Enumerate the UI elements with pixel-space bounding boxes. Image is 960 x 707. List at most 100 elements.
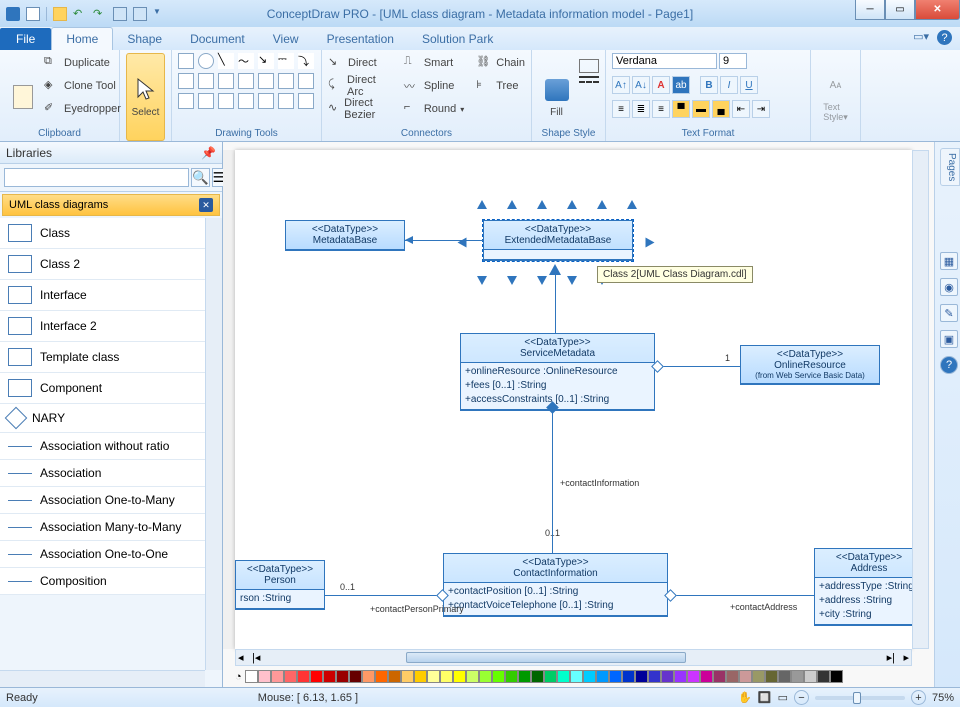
tab-solution-park[interactable]: Solution Park: [408, 28, 507, 50]
align-top-icon[interactable]: ▀: [672, 100, 690, 118]
color-swatch[interactable]: [596, 670, 609, 683]
smart-button[interactable]: ⎍Smart: [404, 53, 464, 73]
list-item[interactable]: Association One-to-Many: [0, 487, 222, 514]
direct-arc-button[interactable]: ⤹Direct Arc: [328, 76, 392, 96]
side-icon-1[interactable]: ▦: [940, 252, 958, 270]
list-item[interactable]: Association: [0, 460, 222, 487]
color-swatch[interactable]: [349, 670, 362, 683]
pan-icon[interactable]: ✋: [738, 691, 752, 704]
list-item[interactable]: Composition: [0, 568, 222, 595]
tab-shape[interactable]: Shape: [113, 28, 176, 50]
bold-button[interactable]: B: [700, 76, 718, 94]
qat-paste-icon[interactable]: [133, 7, 147, 21]
font-color-icon[interactable]: A: [652, 76, 670, 94]
library-title-bar[interactable]: UML class diagrams ✕: [2, 194, 220, 216]
color-swatch[interactable]: [648, 670, 661, 683]
color-swatch[interactable]: [310, 670, 323, 683]
list-item[interactable]: Interface: [0, 280, 222, 311]
color-swatch[interactable]: [544, 670, 557, 683]
minimize-button[interactable]: ─: [855, 0, 885, 20]
color-swatch[interactable]: [258, 670, 271, 683]
library-vscroll[interactable]: [205, 218, 222, 670]
spline-button[interactable]: 〰Spline: [404, 76, 464, 96]
font-size-input[interactable]: [719, 53, 747, 69]
canvas-hscroll[interactable]: ◂ |◂ ▸| ▸: [235, 649, 912, 666]
color-swatch[interactable]: [518, 670, 531, 683]
tab-document[interactable]: Document: [176, 28, 259, 50]
list-item[interactable]: Component: [0, 373, 222, 404]
uml-extended-metadatabase[interactable]: <<DataType>>ExtendedMetadataBase: [483, 220, 633, 261]
color-swatch[interactable]: [830, 670, 843, 683]
zoom-out-button[interactable]: −: [794, 690, 809, 705]
color-swatch[interactable]: [752, 670, 765, 683]
color-swatch[interactable]: [804, 670, 817, 683]
close-library-icon[interactable]: ✕: [199, 198, 213, 212]
qat-redo-icon[interactable]: ↷: [93, 7, 107, 21]
maximize-button[interactable]: ▭: [885, 0, 915, 20]
color-swatch[interactable]: [622, 670, 635, 683]
list-item[interactable]: Association without ratio: [0, 433, 222, 460]
color-swatch[interactable]: [557, 670, 570, 683]
library-search-input[interactable]: [4, 168, 189, 187]
font-family-input[interactable]: [612, 53, 717, 69]
list-item[interactable]: Interface 2: [0, 311, 222, 342]
color-swatch[interactable]: [401, 670, 414, 683]
color-swatch[interactable]: [583, 670, 596, 683]
side-icon-4[interactable]: ▣: [940, 330, 958, 348]
color-swatch[interactable]: [778, 670, 791, 683]
tab-home[interactable]: Home: [51, 27, 113, 50]
color-swatch[interactable]: [245, 670, 258, 683]
qat-dropdown-icon[interactable]: ▼: [153, 7, 167, 21]
uml-contact-information[interactable]: <<DataType>>ContactInformation +contactP…: [443, 553, 668, 617]
color-swatch[interactable]: [765, 670, 778, 683]
decrease-font-icon[interactable]: A↓: [632, 76, 650, 94]
indent-right-icon[interactable]: ⇥: [752, 100, 770, 118]
color-swatch[interactable]: [492, 670, 505, 683]
qat-icon[interactable]: [6, 7, 20, 21]
line-weight-icon[interactable]: [579, 76, 599, 78]
color-swatch[interactable]: [791, 670, 804, 683]
color-swatch[interactable]: [427, 670, 440, 683]
file-tab[interactable]: File: [0, 28, 51, 50]
canvas[interactable]: <<DataType>>MetadataBase <<DataType>>Ext…: [235, 150, 912, 649]
color-swatch[interactable]: [635, 670, 648, 683]
round-button[interactable]: ⌐Round▾: [404, 99, 464, 119]
list-item[interactable]: NARY: [0, 404, 222, 433]
underline-button[interactable]: U: [740, 76, 758, 94]
library-hscroll[interactable]: [0, 670, 205, 687]
qat-doc-icon[interactable]: [53, 7, 67, 21]
color-swatch[interactable]: [414, 670, 427, 683]
align-bottom-icon[interactable]: ▄: [712, 100, 730, 118]
color-swatch[interactable]: [505, 670, 518, 683]
align-left-icon[interactable]: ≡: [612, 100, 630, 118]
list-item[interactable]: Class 2: [0, 249, 222, 280]
list-item[interactable]: Class: [0, 218, 222, 249]
uml-online-resource[interactable]: <<DataType>>OnlineResource(from Web Serv…: [740, 345, 880, 385]
line-style-icon[interactable]: [579, 59, 599, 73]
color-bar[interactable]: ◔: [235, 668, 912, 685]
select-button[interactable]: Select: [126, 53, 165, 141]
pin-icon[interactable]: 📌: [201, 146, 216, 160]
uml-address[interactable]: <<DataType>>Address +addressType :String…: [814, 548, 912, 626]
color-swatch[interactable]: [609, 670, 622, 683]
color-swatch[interactable]: [362, 670, 375, 683]
color-swatch[interactable]: [700, 670, 713, 683]
qat-copy-icon[interactable]: [113, 7, 127, 21]
text-style-button[interactable]: Aᴀ TextStyle▾: [817, 53, 854, 141]
color-swatch[interactable]: [687, 670, 700, 683]
zoom-slider[interactable]: [815, 696, 905, 700]
highlight-icon[interactable]: ab: [672, 76, 690, 94]
qat-undo-icon[interactable]: ↶: [73, 7, 87, 21]
color-swatch[interactable]: [284, 670, 297, 683]
color-swatch[interactable]: [479, 670, 492, 683]
list-item[interactable]: Association One-to-One: [0, 541, 222, 568]
color-swatch[interactable]: [336, 670, 349, 683]
color-swatch[interactable]: [297, 670, 310, 683]
side-help-icon[interactable]: ?: [940, 356, 958, 374]
canvas-vscroll[interactable]: [912, 150, 929, 649]
zoom-in-button[interactable]: +: [911, 690, 926, 705]
direct-button[interactable]: ↘Direct: [328, 53, 392, 73]
color-swatch[interactable]: [531, 670, 544, 683]
align-right-icon[interactable]: ≡: [652, 100, 670, 118]
direct-bezier-button[interactable]: ∿Direct Bezier: [328, 99, 392, 119]
